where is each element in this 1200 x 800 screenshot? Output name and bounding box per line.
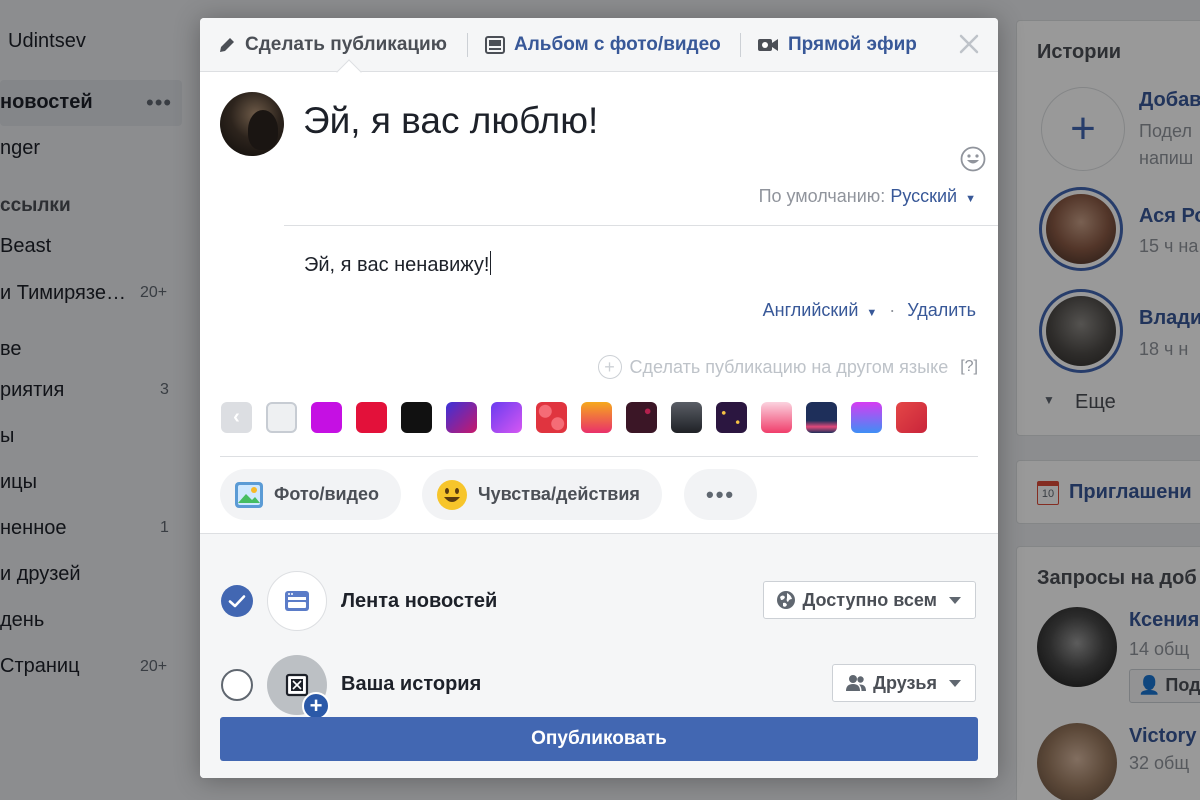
news-feed-audience-label: Доступно всем — [802, 589, 937, 610]
text-cursor — [490, 251, 492, 275]
story-audience-selector[interactable]: Друзья — [832, 664, 976, 702]
caret-down-icon — [949, 679, 961, 687]
more-icon: ••• — [706, 481, 736, 507]
default-language-value[interactable]: Русский — [890, 186, 957, 206]
avatar — [220, 92, 284, 156]
background-swatch-pink-gradient[interactable] — [761, 402, 792, 433]
post-text-main[interactable]: Эй, я вас люблю! — [303, 100, 598, 142]
news-feed-label: Лента новостей — [341, 590, 498, 612]
add-badge-icon: + — [302, 692, 330, 720]
video-camera-icon — [758, 39, 778, 51]
caret-down-icon: ▼ — [866, 307, 878, 319]
create-post-dialog: Сделать публикацию Альбом с фото/видео П… — [200, 18, 998, 778]
news-feed-checkbox[interactable] — [221, 585, 253, 617]
composer-tabs: Сделать публикацию Альбом с фото/видео П… — [200, 18, 998, 72]
close-icon[interactable] — [956, 31, 982, 57]
news-feed-icon — [267, 571, 327, 631]
feeling-activity-button[interactable]: Чувства/действия — [422, 469, 662, 520]
background-swatch-purple-red-gradient[interactable] — [446, 402, 477, 433]
separator-dot: · — [889, 300, 896, 320]
tab-live-video[interactable]: Прямой эфир — [757, 18, 917, 72]
tab-create-post-label: Сделать публикацию — [245, 34, 447, 55]
background-swatch-red[interactable] — [356, 402, 387, 433]
post-text-translation[interactable]: Эй, я вас ненавижу! — [304, 251, 492, 277]
plus-circle-icon: + — [597, 355, 622, 379]
tab-photo-album-label: Альбом с фото/видео — [514, 34, 721, 55]
background-color-picker: ‹ — [221, 402, 927, 433]
globe-icon — [777, 591, 796, 609]
background-swatch-crimson[interactable] — [896, 402, 927, 433]
publish-button[interactable]: Опубликовать — [220, 717, 978, 761]
divider — [284, 225, 998, 226]
delete-translation-link[interactable]: Удалить — [907, 300, 976, 320]
help-link[interactable]: [?] — [960, 358, 978, 376]
photo-video-label: Фото/видео — [274, 484, 380, 504]
tab-divider — [740, 33, 741, 57]
photo-icon — [235, 481, 263, 508]
background-swatch-dark-maroon-pattern[interactable] — [626, 402, 657, 433]
background-swatch-magenta[interactable] — [311, 402, 342, 433]
caret-down-icon — [949, 596, 961, 604]
tab-live-video-label: Прямой эфир — [788, 34, 917, 55]
story-checkbox[interactable] — [221, 669, 253, 701]
translation-text: Эй, я вас ненавижу! — [304, 254, 490, 276]
smiley-icon — [437, 479, 467, 510]
story-audience-label: Друзья — [873, 672, 937, 693]
add-language-label: Сделать публикацию на другом языке — [629, 356, 949, 377]
background-swatch-orange-pink-gradient[interactable] — [581, 402, 612, 433]
background-swatch-navy-skyline[interactable] — [806, 402, 837, 433]
photo-video-button[interactable]: Фото/видео — [220, 469, 402, 520]
your-story-icon: + — [267, 655, 330, 720]
translation-language-row: Английский ▼ · Удалить — [763, 300, 976, 321]
tab-photo-album[interactable]: Альбом с фото/видео — [485, 18, 721, 72]
checkmark-icon — [228, 595, 246, 608]
background-swatch-charcoal-gradient[interactable] — [671, 402, 702, 433]
caret-down-icon: ▼ — [965, 193, 976, 205]
friends-icon — [846, 675, 867, 691]
background-swatch-hearts-pattern[interactable] — [536, 402, 567, 433]
swatch-back-button[interactable]: ‹ — [221, 402, 252, 433]
background-swatch-violet-gradient[interactable] — [491, 402, 522, 433]
divider — [220, 456, 978, 457]
background-swatch-blue-purple-gradient[interactable] — [851, 402, 882, 433]
tab-divider — [467, 33, 468, 57]
news-feed-audience-selector[interactable]: Доступно всем — [763, 581, 976, 619]
album-icon — [485, 36, 505, 54]
more-actions-button[interactable]: ••• — [684, 469, 758, 520]
add-other-language[interactable]: + Сделать публикацию на другом языке [?] — [597, 355, 978, 379]
default-language-selector[interactable]: По умолчанию: Русский ▼ — [759, 186, 976, 207]
pencil-icon — [220, 38, 234, 52]
translation-language-select[interactable]: Английский — [763, 300, 859, 320]
feeling-activity-label: Чувства/действия — [478, 484, 640, 504]
default-language-label: По умолчанию: — [758, 186, 886, 206]
background-swatch-plain[interactable] — [266, 402, 297, 433]
your-story-label: Ваша история — [341, 673, 482, 695]
background-swatch-black[interactable] — [401, 402, 432, 433]
tab-create-post[interactable]: Сделать публикацию — [218, 18, 447, 72]
background-swatch-night-stars[interactable] — [716, 402, 747, 433]
emoji-picker-icon[interactable] — [960, 146, 986, 172]
